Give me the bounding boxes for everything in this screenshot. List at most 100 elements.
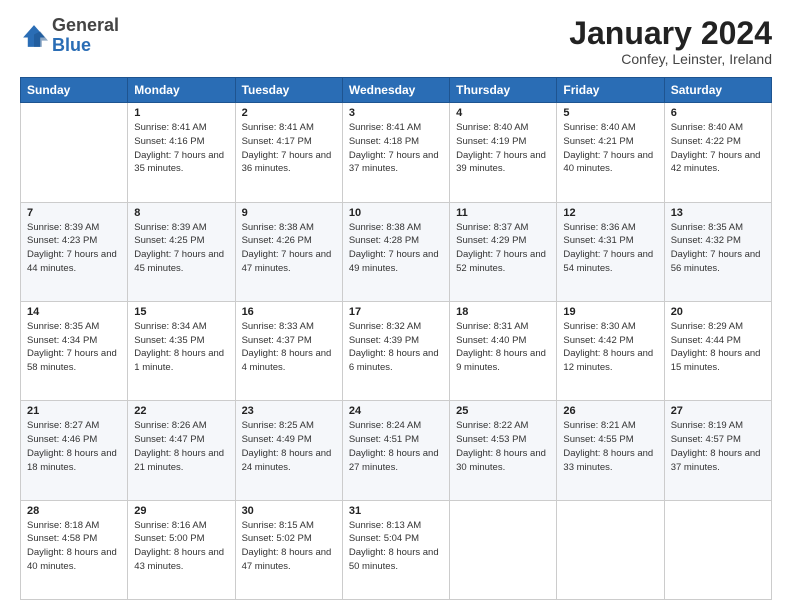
col-tuesday: Tuesday	[235, 78, 342, 103]
table-row: 8Sunrise: 8:39 AMSunset: 4:25 PMDaylight…	[128, 202, 235, 301]
day-info: Sunrise: 8:15 AMSunset: 5:02 PMDaylight:…	[242, 519, 336, 574]
day-number: 2	[242, 107, 336, 119]
day-number: 26	[563, 405, 657, 417]
table-row: 7 Sunrise: 8:39 AMSunset: 4:23 PMDaylight…	[21, 202, 128, 301]
table-row: 5 Sunrise: 8:40 AMSunset: 4:21 PMDaylight…	[557, 103, 664, 202]
day-info: Sunrise: 8:40 AMSunset: 4:19 PMDaylight:…	[456, 121, 550, 176]
table-row	[557, 500, 664, 599]
day-number: 10	[349, 207, 443, 219]
col-friday: Friday	[557, 78, 664, 103]
col-wednesday: Wednesday	[342, 78, 449, 103]
table-row: 28 Sunrise: 8:18 AMSunset: 4:58 PMDayligh…	[21, 500, 128, 599]
day-number: 31	[349, 505, 443, 517]
month-title: January 2024	[569, 16, 772, 51]
day-info: Sunrise: 8:21 AMSunset: 4:55 PMDaylight:…	[563, 419, 657, 474]
day-number: 16	[242, 306, 336, 318]
day-info: Sunrise: 8:18 AMSunset: 4:58 PMDaylight:…	[27, 519, 121, 574]
table-row: 12 Sunrise: 8:36 AMSunset: 4:31 PMDayligh…	[557, 202, 664, 301]
calendar-week-row: 7 Sunrise: 8:39 AMSunset: 4:23 PMDaylight…	[21, 202, 772, 301]
calendar-week-row: 1 Sunrise: 8:41 AMSunset: 4:16 PMDaylight…	[21, 103, 772, 202]
day-info: Sunrise: 8:25 AMSunset: 4:49 PMDaylight:…	[242, 419, 336, 474]
table-row: 3Sunrise: 8:41 AMSunset: 4:18 PMDaylight…	[342, 103, 449, 202]
day-number: 7	[27, 207, 121, 219]
day-info: Sunrise: 8:40 AMSunset: 4:22 PMDaylight:…	[671, 121, 765, 176]
table-row: 31 Sunrise: 8:13 AMSunset: 5:04 PMDayligh…	[342, 500, 449, 599]
logo-blue-text: Blue	[52, 35, 91, 55]
day-info: Sunrise: 8:30 AMSunset: 4:42 PMDaylight:…	[563, 320, 657, 375]
table-row: 9 Sunrise: 8:38 AMSunset: 4:26 PMDaylight…	[235, 202, 342, 301]
table-row: 10Sunrise: 8:38 AMSunset: 4:28 PMDayligh…	[342, 202, 449, 301]
day-number: 12	[563, 207, 657, 219]
table-row: 13 Sunrise: 8:35 AMSunset: 4:32 PMDayligh…	[664, 202, 771, 301]
day-info: Sunrise: 8:41 AMSunset: 4:16 PMDaylight:…	[134, 121, 228, 176]
calendar-week-row: 21 Sunrise: 8:27 AMSunset: 4:46 PMDayligh…	[21, 401, 772, 500]
day-info: Sunrise: 8:37 AMSunset: 4:29 PMDaylight:…	[456, 221, 550, 276]
table-row: 22 Sunrise: 8:26 AMSunset: 4:47 PMDayligh…	[128, 401, 235, 500]
day-number: 29	[134, 505, 228, 517]
table-row: 19 Sunrise: 8:30 AMSunset: 4:42 PMDayligh…	[557, 301, 664, 400]
day-number: 6	[671, 107, 765, 119]
col-monday: Monday	[128, 78, 235, 103]
day-number: 14	[27, 306, 121, 318]
day-number: 4	[456, 107, 550, 119]
table-row	[450, 500, 557, 599]
table-row	[21, 103, 128, 202]
day-info: Sunrise: 8:24 AMSunset: 4:51 PMDaylight:…	[349, 419, 443, 474]
day-info: Sunrise: 8:38 AMSunset: 4:26 PMDaylight:…	[242, 221, 336, 276]
day-number: 24	[349, 405, 443, 417]
day-number: 30	[242, 505, 336, 517]
table-row: 6 Sunrise: 8:40 AMSunset: 4:22 PMDaylight…	[664, 103, 771, 202]
calendar-week-row: 14 Sunrise: 8:35 AMSunset: 4:34 PMDayligh…	[21, 301, 772, 400]
day-number: 28	[27, 505, 121, 517]
day-info: Sunrise: 8:41 AMSunset: 4:18 PMDaylight:…	[349, 121, 443, 176]
logo: General Blue	[20, 16, 119, 56]
table-row: 1 Sunrise: 8:41 AMSunset: 4:16 PMDaylight…	[128, 103, 235, 202]
table-row: 30 Sunrise: 8:15 AMSunset: 5:02 PMDayligh…	[235, 500, 342, 599]
logo-text: General Blue	[52, 16, 119, 56]
day-number: 1	[134, 107, 228, 119]
day-info: Sunrise: 8:36 AMSunset: 4:31 PMDaylight:…	[563, 221, 657, 276]
table-row: 4 Sunrise: 8:40 AMSunset: 4:19 PMDaylight…	[450, 103, 557, 202]
location: Confey, Leinster, Ireland	[569, 51, 772, 67]
table-row: 23Sunrise: 8:25 AMSunset: 4:49 PMDayligh…	[235, 401, 342, 500]
col-sunday: Sunday	[21, 78, 128, 103]
table-row: 14 Sunrise: 8:35 AMSunset: 4:34 PMDayligh…	[21, 301, 128, 400]
day-info: Sunrise: 8:13 AMSunset: 5:04 PMDaylight:…	[349, 519, 443, 574]
table-row	[664, 500, 771, 599]
day-info: Sunrise: 8:40 AMSunset: 4:21 PMDaylight:…	[563, 121, 657, 176]
logo-general-text: General	[52, 15, 119, 35]
table-row: 11Sunrise: 8:37 AMSunset: 4:29 PMDayligh…	[450, 202, 557, 301]
table-row: 2Sunrise: 8:41 AMSunset: 4:17 PMDaylight…	[235, 103, 342, 202]
day-number: 15	[134, 306, 228, 318]
table-row: 15Sunrise: 8:34 AMSunset: 4:35 PMDayligh…	[128, 301, 235, 400]
day-info: Sunrise: 8:35 AMSunset: 4:34 PMDaylight:…	[27, 320, 121, 375]
day-info: Sunrise: 8:29 AMSunset: 4:44 PMDaylight:…	[671, 320, 765, 375]
day-number: 18	[456, 306, 550, 318]
day-info: Sunrise: 8:22 AMSunset: 4:53 PMDaylight:…	[456, 419, 550, 474]
day-number: 19	[563, 306, 657, 318]
day-number: 13	[671, 207, 765, 219]
header: General Blue January 2024 Confey, Leinst…	[20, 16, 772, 67]
day-info: Sunrise: 8:19 AMSunset: 4:57 PMDaylight:…	[671, 419, 765, 474]
day-info: Sunrise: 8:35 AMSunset: 4:32 PMDaylight:…	[671, 221, 765, 276]
day-info: Sunrise: 8:39 AMSunset: 4:23 PMDaylight:…	[27, 221, 121, 276]
day-number: 9	[242, 207, 336, 219]
table-row: 21 Sunrise: 8:27 AMSunset: 4:46 PMDayligh…	[21, 401, 128, 500]
table-row: 29Sunrise: 8:16 AMSunset: 5:00 PMDayligh…	[128, 500, 235, 599]
day-number: 5	[563, 107, 657, 119]
day-number: 17	[349, 306, 443, 318]
day-number: 22	[134, 405, 228, 417]
table-row: 25 Sunrise: 8:22 AMSunset: 4:53 PMDayligh…	[450, 401, 557, 500]
day-info: Sunrise: 8:27 AMSunset: 4:46 PMDaylight:…	[27, 419, 121, 474]
logo-icon	[20, 22, 48, 50]
day-info: Sunrise: 8:32 AMSunset: 4:39 PMDaylight:…	[349, 320, 443, 375]
day-number: 27	[671, 405, 765, 417]
day-number: 21	[27, 405, 121, 417]
day-number: 25	[456, 405, 550, 417]
calendar-table: Sunday Monday Tuesday Wednesday Thursday…	[20, 77, 772, 600]
table-row: 18Sunrise: 8:31 AMSunset: 4:40 PMDayligh…	[450, 301, 557, 400]
day-info: Sunrise: 8:39 AMSunset: 4:25 PMDaylight:…	[134, 221, 228, 276]
table-row: 26 Sunrise: 8:21 AMSunset: 4:55 PMDayligh…	[557, 401, 664, 500]
col-saturday: Saturday	[664, 78, 771, 103]
day-info: Sunrise: 8:26 AMSunset: 4:47 PMDaylight:…	[134, 419, 228, 474]
